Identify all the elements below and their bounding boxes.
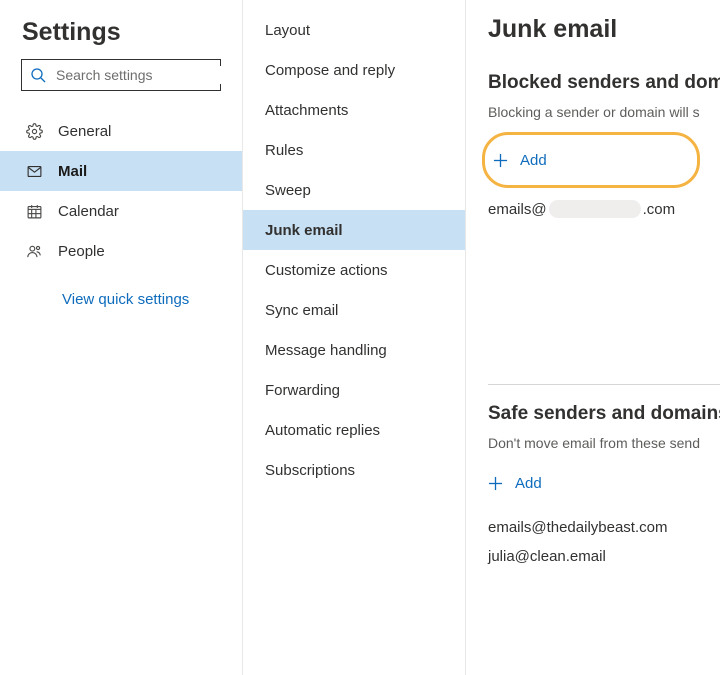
add-blocked-label: Add xyxy=(520,152,547,169)
highlight-annotation: Add xyxy=(482,132,700,188)
search-icon xyxy=(30,67,46,83)
blocked-heading: Blocked senders and domains xyxy=(488,72,720,94)
people-icon xyxy=(26,243,58,260)
safe-entry[interactable]: julia@clean.email xyxy=(488,542,720,571)
mail-settings-nav: Layout Compose and reply Attachments Rul… xyxy=(243,0,465,675)
nav-people[interactable]: People xyxy=(0,231,242,271)
junk-title: Junk email xyxy=(488,0,720,72)
mailnav-customize[interactable]: Customize actions xyxy=(243,250,465,290)
settings-title: Settings xyxy=(0,0,242,57)
mail-icon xyxy=(26,163,58,180)
blocked-entry[interactable]: emails@ .com xyxy=(488,194,720,224)
mailnav-message[interactable]: Message handling xyxy=(243,330,465,370)
primary-nav: General Mail xyxy=(0,109,242,271)
settings-app: Settings Genera xyxy=(0,0,720,675)
safe-description: Don't move email from these send xyxy=(488,435,720,451)
safe-entry[interactable]: emails@thedailybeast.com xyxy=(488,513,720,542)
nav-calendar[interactable]: Calendar xyxy=(0,191,242,231)
plus-icon xyxy=(488,476,503,491)
nav-mail[interactable]: Mail xyxy=(0,151,242,191)
nav-calendar-label: Calendar xyxy=(58,203,119,220)
calendar-icon xyxy=(26,203,58,220)
nav-general-label: General xyxy=(58,123,111,140)
view-quick-settings-link[interactable]: View quick settings xyxy=(0,271,242,308)
mailnav-forwarding[interactable]: Forwarding xyxy=(243,370,465,410)
search-container xyxy=(21,59,221,91)
gear-icon xyxy=(26,123,58,140)
mailnav-rules[interactable]: Rules xyxy=(243,130,465,170)
mailnav-sweep[interactable]: Sweep xyxy=(243,170,465,210)
blocked-entry-prefix: emails@ xyxy=(488,201,547,218)
mailnav-attachments[interactable]: Attachments xyxy=(243,90,465,130)
blocked-description: Blocking a sender or domain will s xyxy=(488,104,720,120)
add-safe-label: Add xyxy=(515,475,542,492)
search-field[interactable] xyxy=(21,59,221,91)
mailnav-junk[interactable]: Junk email xyxy=(243,210,465,250)
nav-people-label: People xyxy=(58,243,105,260)
divider xyxy=(488,384,720,385)
nav-mail-label: Mail xyxy=(58,163,87,180)
mailnav-sync[interactable]: Sync email xyxy=(243,290,465,330)
mailnav-compose[interactable]: Compose and reply xyxy=(243,50,465,90)
settings-sidebar: Settings Genera xyxy=(0,0,243,675)
search-input[interactable] xyxy=(54,66,239,84)
redacted-text xyxy=(549,200,641,218)
blocked-entry-suffix: .com xyxy=(643,201,676,218)
safe-section: Safe senders and domains Don't move emai… xyxy=(488,384,720,571)
mailnav-layout[interactable]: Layout xyxy=(243,10,465,50)
nav-general[interactable]: General xyxy=(0,111,242,151)
junk-email-panel: Junk email Blocked senders and domains B… xyxy=(465,0,720,675)
plus-icon xyxy=(493,153,508,168)
mailnav-autoreply[interactable]: Automatic replies xyxy=(243,410,465,450)
safe-heading: Safe senders and domains xyxy=(488,403,720,425)
add-safe-button[interactable]: Add xyxy=(488,463,720,503)
add-blocked-button[interactable]: Add xyxy=(487,152,547,169)
mailnav-subs[interactable]: Subscriptions xyxy=(243,450,465,490)
